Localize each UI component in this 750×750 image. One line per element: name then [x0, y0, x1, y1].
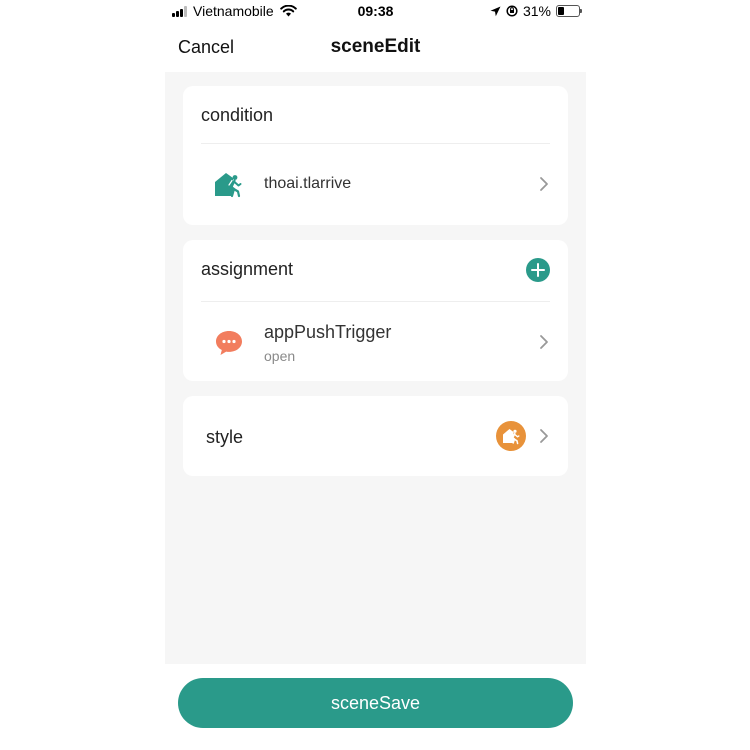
condition-header: condition — [201, 105, 274, 125]
style-label: style — [206, 427, 244, 447]
assignment-item-sublabel: open — [264, 348, 296, 364]
assignment-card: assignment appPushTrigger open — [183, 240, 568, 381]
status-right: 31% — [490, 3, 582, 19]
battery-percent: 31% — [522, 3, 551, 19]
condition-card: condition thoai.tlarrive — [183, 86, 568, 225]
home-walk-icon — [503, 429, 520, 445]
battery-level — [558, 7, 565, 15]
chevron-right-icon — [540, 177, 548, 191]
status-bar: Vietnamobile 09:38 31% — [165, 0, 586, 24]
style-preview — [496, 421, 526, 451]
home-walk-icon — [215, 173, 242, 198]
content-area: condition thoai.tlarrive assignment appP… — [165, 72, 586, 664]
chat-bubble-icon — [216, 331, 242, 355]
scene-edit-screen: Vietnamobile 09:38 31% Cancel sceneEdit … — [0, 0, 750, 750]
battery-icon — [556, 5, 582, 17]
assignment-header: assignment — [201, 259, 294, 279]
scene-save-button[interactable]: sceneSave — [178, 678, 573, 728]
chevron-right-icon — [540, 429, 548, 443]
add-assignment-button[interactable] — [526, 258, 550, 282]
orientation-lock-icon — [506, 5, 518, 17]
location-arrow-icon — [490, 6, 501, 16]
assignment-item[interactable]: appPushTrigger open — [183, 302, 568, 380]
nav-bar: Cancel sceneEdit — [165, 28, 586, 70]
page-title: sceneEdit — [330, 36, 421, 57]
chevron-right-icon — [540, 335, 548, 349]
style-card[interactable]: style — [183, 396, 568, 476]
condition-item[interactable]: thoai.tlarrive — [183, 144, 568, 224]
condition-item-label: thoai.tlarrive — [264, 175, 352, 192]
assignment-item-label: appPushTrigger — [264, 322, 392, 342]
